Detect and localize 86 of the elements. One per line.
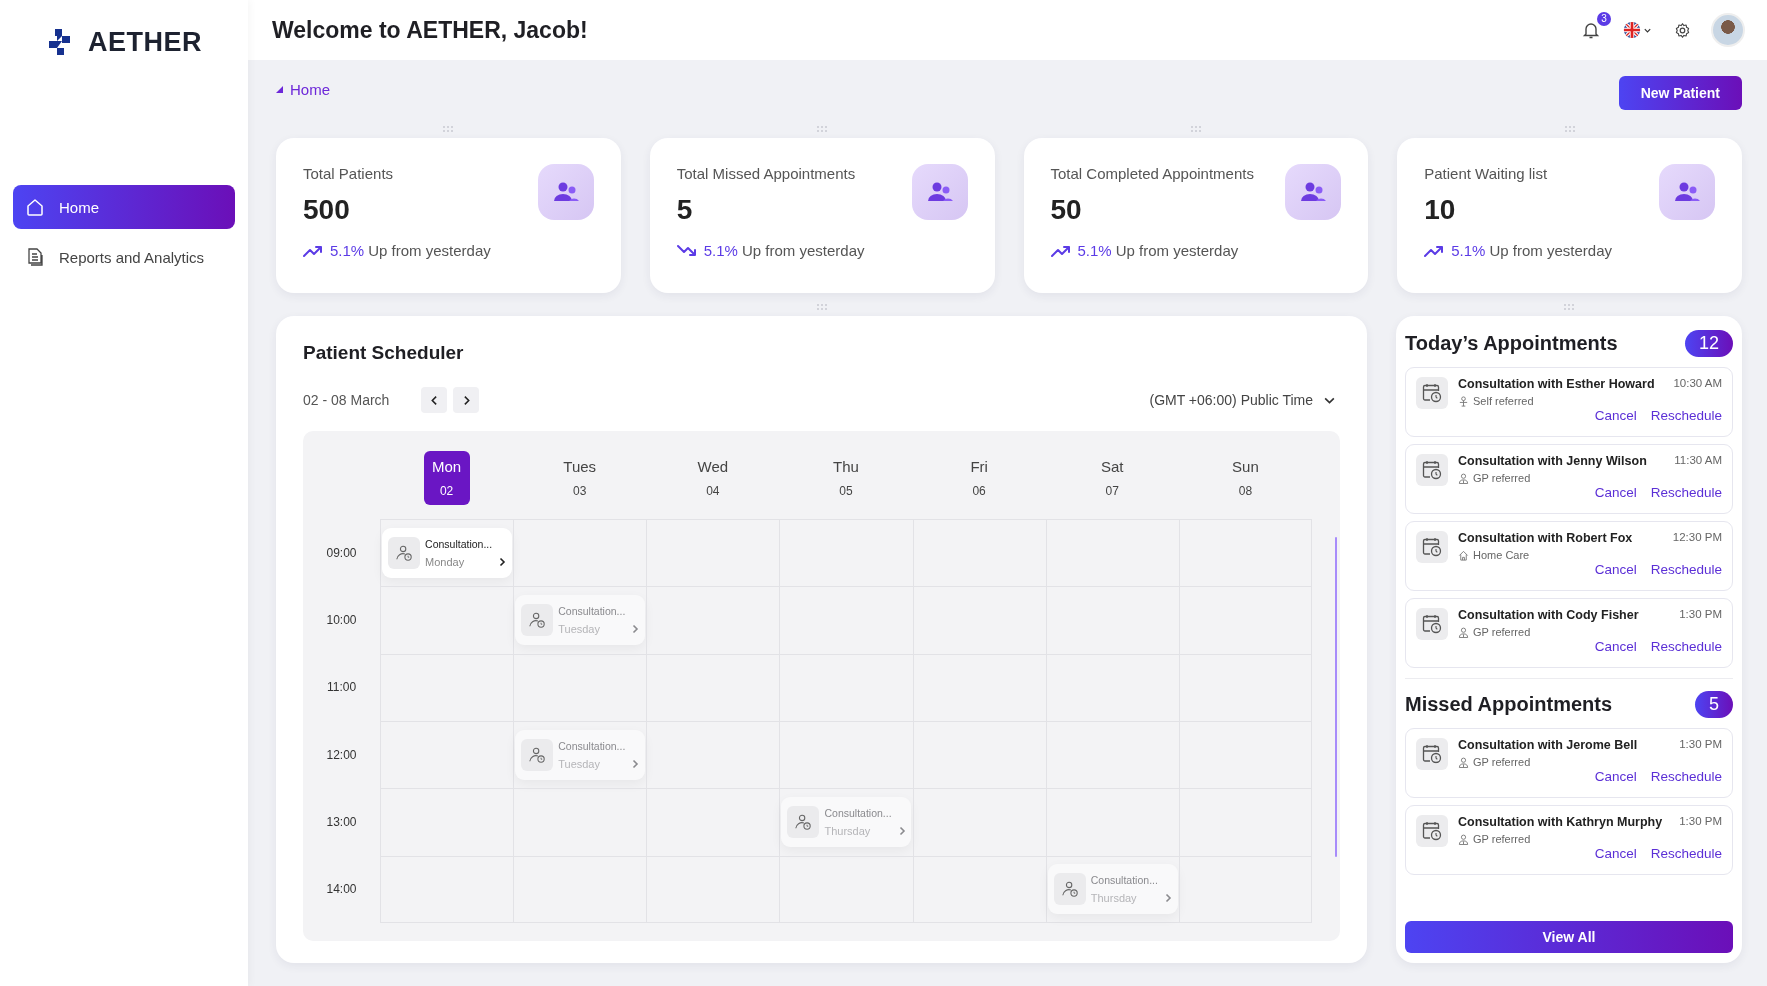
appointment-time: 10:30 AM xyxy=(1673,377,1722,391)
count-badge: 12 xyxy=(1684,330,1733,357)
page-title: Welcome to AETHER, Jacob! xyxy=(272,16,588,44)
time-label: 14:00 xyxy=(326,882,357,897)
notification-count: 3 xyxy=(1597,12,1611,26)
time-label: 09:00 xyxy=(326,545,357,560)
appointment-title: Consultation with Esther Howard xyxy=(1458,377,1655,391)
trend-note: Up from yesterday xyxy=(741,242,865,259)
cancel-link[interactable]: Cancel xyxy=(1594,485,1637,500)
day-header[interactable]: Wed 04 xyxy=(689,451,736,505)
appointment-event[interactable]: Consultation... Monday xyxy=(382,528,513,579)
stat-value: 5 xyxy=(676,194,694,226)
appointment-time: 1:30 PM xyxy=(1679,815,1722,829)
appointment-time: 1:30 PM xyxy=(1679,738,1722,752)
section-title: Today’s Appointments xyxy=(1405,332,1618,355)
stat-value: 10 xyxy=(1424,194,1457,226)
appointment-title: Consultation with Robert Fox xyxy=(1458,531,1633,545)
time-label: 12:00 xyxy=(326,747,357,762)
sidebar-item[interactable]: Home xyxy=(13,185,235,229)
reschedule-link[interactable]: Reschedule xyxy=(1650,485,1722,500)
stat-title: Total Patients xyxy=(303,165,394,182)
cancel-link[interactable]: Cancel xyxy=(1594,562,1637,577)
reschedule-link[interactable]: Reschedule xyxy=(1650,846,1722,861)
appointment-time: 11:30 AM xyxy=(1674,454,1722,468)
cancel-link[interactable]: Cancel xyxy=(1594,846,1637,861)
referral-label: GP referred xyxy=(1473,472,1531,484)
reschedule-link[interactable]: Reschedule xyxy=(1650,769,1722,784)
app-logo-text: AETHER xyxy=(88,26,202,58)
day-header[interactable]: Thu 05 xyxy=(823,451,869,505)
day-header[interactable]: Mon 02 xyxy=(423,451,470,505)
event-day: Monday xyxy=(425,555,493,570)
event-title: Consultation... xyxy=(824,806,892,821)
view-all-button[interactable]: View All xyxy=(1405,921,1733,953)
trend-note: Up from yesterday xyxy=(368,242,491,259)
stat-title: Total Completed Appointments xyxy=(1050,165,1254,182)
day-header[interactable]: Fri 06 xyxy=(956,451,1003,505)
sidebar-item[interactable]: Reports and Analytics xyxy=(13,235,235,279)
event-day: Tuesday xyxy=(558,757,626,772)
count-badge: 5 xyxy=(1695,691,1733,718)
cancel-link[interactable]: Cancel xyxy=(1594,639,1637,654)
calendar-cell[interactable]: Consultation... Monday xyxy=(380,519,514,587)
appointment-title: Consultation with Cody Fisher xyxy=(1458,608,1639,622)
trend-change: 5.1% xyxy=(1451,242,1486,259)
time-label: 11:00 xyxy=(326,680,357,695)
reschedule-link[interactable]: Reschedule xyxy=(1650,562,1722,577)
trend-note: Up from yesterday xyxy=(1115,242,1239,259)
time-label: 13:00 xyxy=(326,815,357,829)
event-day: Thursday xyxy=(1090,891,1158,906)
stat-value: 500 xyxy=(303,194,351,226)
event-title: Consultation... xyxy=(558,739,626,754)
event-day: Tuesday xyxy=(558,622,626,637)
day-header[interactable]: Tues 03 xyxy=(556,451,603,505)
date-range: 02 - 08 March xyxy=(303,392,390,408)
appointment-title: Consultation with Jenny Wilson xyxy=(1458,454,1647,468)
stat-title: Patient Waiting list xyxy=(1424,165,1548,182)
scheduler-title: Patient Scheduler xyxy=(303,342,465,364)
trend-change: 5.1% xyxy=(330,242,365,259)
time-label: 10:00 xyxy=(326,613,357,627)
section-title: Missed Appointments xyxy=(1405,693,1613,716)
event-title: Consultation... xyxy=(425,537,493,552)
referral-label: GP referred xyxy=(1473,626,1531,638)
event-day: Thursday xyxy=(824,824,892,839)
day-header[interactable]: Sun 08 xyxy=(1222,451,1269,505)
appointment-time: 1:30 PM xyxy=(1679,608,1722,622)
referral-label: GP referred xyxy=(1473,833,1531,845)
stat-value: 50 xyxy=(1050,194,1083,226)
stat-title: Total Missed Appointments xyxy=(676,165,856,182)
breadcrumb-link[interactable]: Home xyxy=(290,81,330,98)
referral-label: GP referred xyxy=(1473,756,1531,768)
referral-label: Self referred xyxy=(1473,395,1534,407)
appointment-title: Consultation with Kathryn Murphy xyxy=(1458,815,1663,829)
event-title: Consultation... xyxy=(1090,873,1158,888)
new-patient-button[interactable]: New Patient xyxy=(1618,76,1742,110)
reschedule-link[interactable]: Reschedule xyxy=(1650,408,1722,423)
event-title: Consultation... xyxy=(558,604,626,619)
timezone-dropdown[interactable]: (GMT +06:00) Public Time xyxy=(1145,392,1340,408)
referral-label: Home Care xyxy=(1473,549,1530,561)
appointment-title: Consultation with Jerome Bell xyxy=(1458,738,1638,752)
cancel-link[interactable]: Cancel xyxy=(1594,769,1637,784)
cancel-link[interactable]: Cancel xyxy=(1594,408,1637,423)
trend-change: 5.1% xyxy=(703,242,738,259)
day-header[interactable]: Sat 07 xyxy=(1089,451,1136,505)
reschedule-link[interactable]: Reschedule xyxy=(1650,639,1722,654)
appointment-time: 12:30 PM xyxy=(1672,531,1722,545)
trend-note: Up from yesterday xyxy=(1489,242,1612,259)
trend-change: 5.1% xyxy=(1077,242,1112,259)
